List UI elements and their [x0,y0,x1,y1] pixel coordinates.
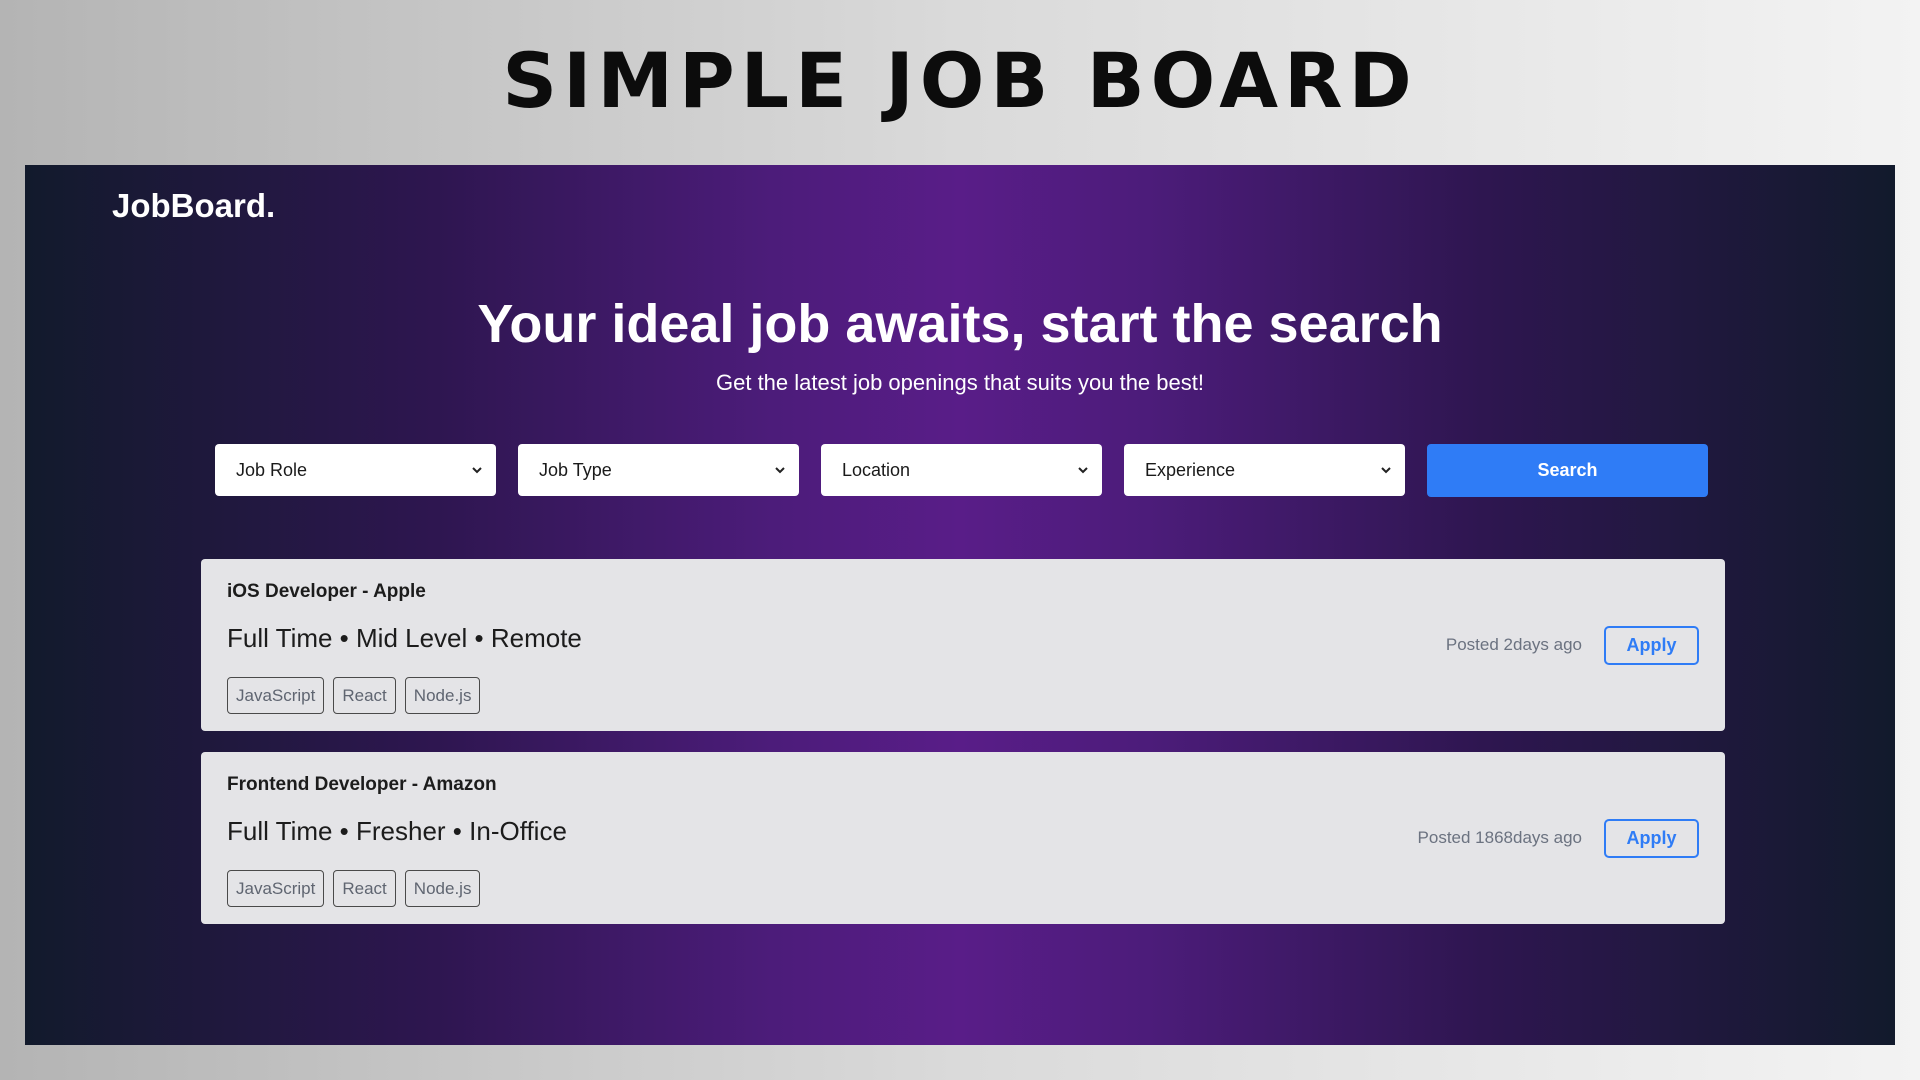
skill-tag: React [333,870,396,907]
filter-bar: Job Role Job Type Location Experience Se… [215,444,1708,497]
experience-select-label: Experience [1145,459,1236,480]
chevron-down-icon [1078,467,1088,474]
posted-date: Posted 2days ago [1445,635,1582,654]
skill-tag: Node.js [404,677,481,714]
tag-list: JavaScript React Node.js [227,870,481,907]
posted-date: Posted 1868days ago [1417,828,1582,847]
job-meta: Full Time • Fresher • In-Office [227,816,567,846]
search-button[interactable]: Search [1427,444,1708,497]
job-card: Frontend Developer - Amazon Full Time • … [201,752,1725,924]
location-select-label: Location [842,459,911,480]
job-type-select[interactable]: Job Type [518,444,799,496]
job-role-select-label: Job Role [236,459,308,480]
job-title: Frontend Developer - Amazon [227,774,497,795]
job-meta: Full Time • Mid Level • Remote [227,623,582,653]
chevron-down-icon [775,467,785,474]
hero-title: Your ideal job awaits, start the search [477,294,1443,354]
skill-tag: JavaScript [227,677,325,714]
banner-title: SIMPLE JOB BOARD [502,36,1418,125]
skill-tag: Node.js [404,870,481,907]
apply-button[interactable]: Apply [1604,819,1699,858]
skill-tag: JavaScript [227,870,325,907]
skill-tag: React [333,677,396,714]
location-select[interactable]: Location [821,444,1102,496]
job-title: iOS Developer - Apple [227,581,426,602]
job-type-select-label: Job Type [539,459,612,480]
tag-list: JavaScript React Node.js [227,677,481,714]
logo[interactable]: JobBoard. [112,187,275,225]
experience-select[interactable]: Experience [1124,444,1405,496]
chevron-down-icon [1381,467,1391,474]
app-window: JobBoard. Your ideal job awaits, start t… [25,165,1895,1045]
apply-button[interactable]: Apply [1604,626,1699,665]
hero-subtitle: Get the latest job openings that suits y… [716,370,1204,395]
chevron-down-icon [472,467,482,474]
job-card: iOS Developer - Apple Full Time • Mid Le… [201,559,1725,731]
job-role-select[interactable]: Job Role [215,444,496,496]
